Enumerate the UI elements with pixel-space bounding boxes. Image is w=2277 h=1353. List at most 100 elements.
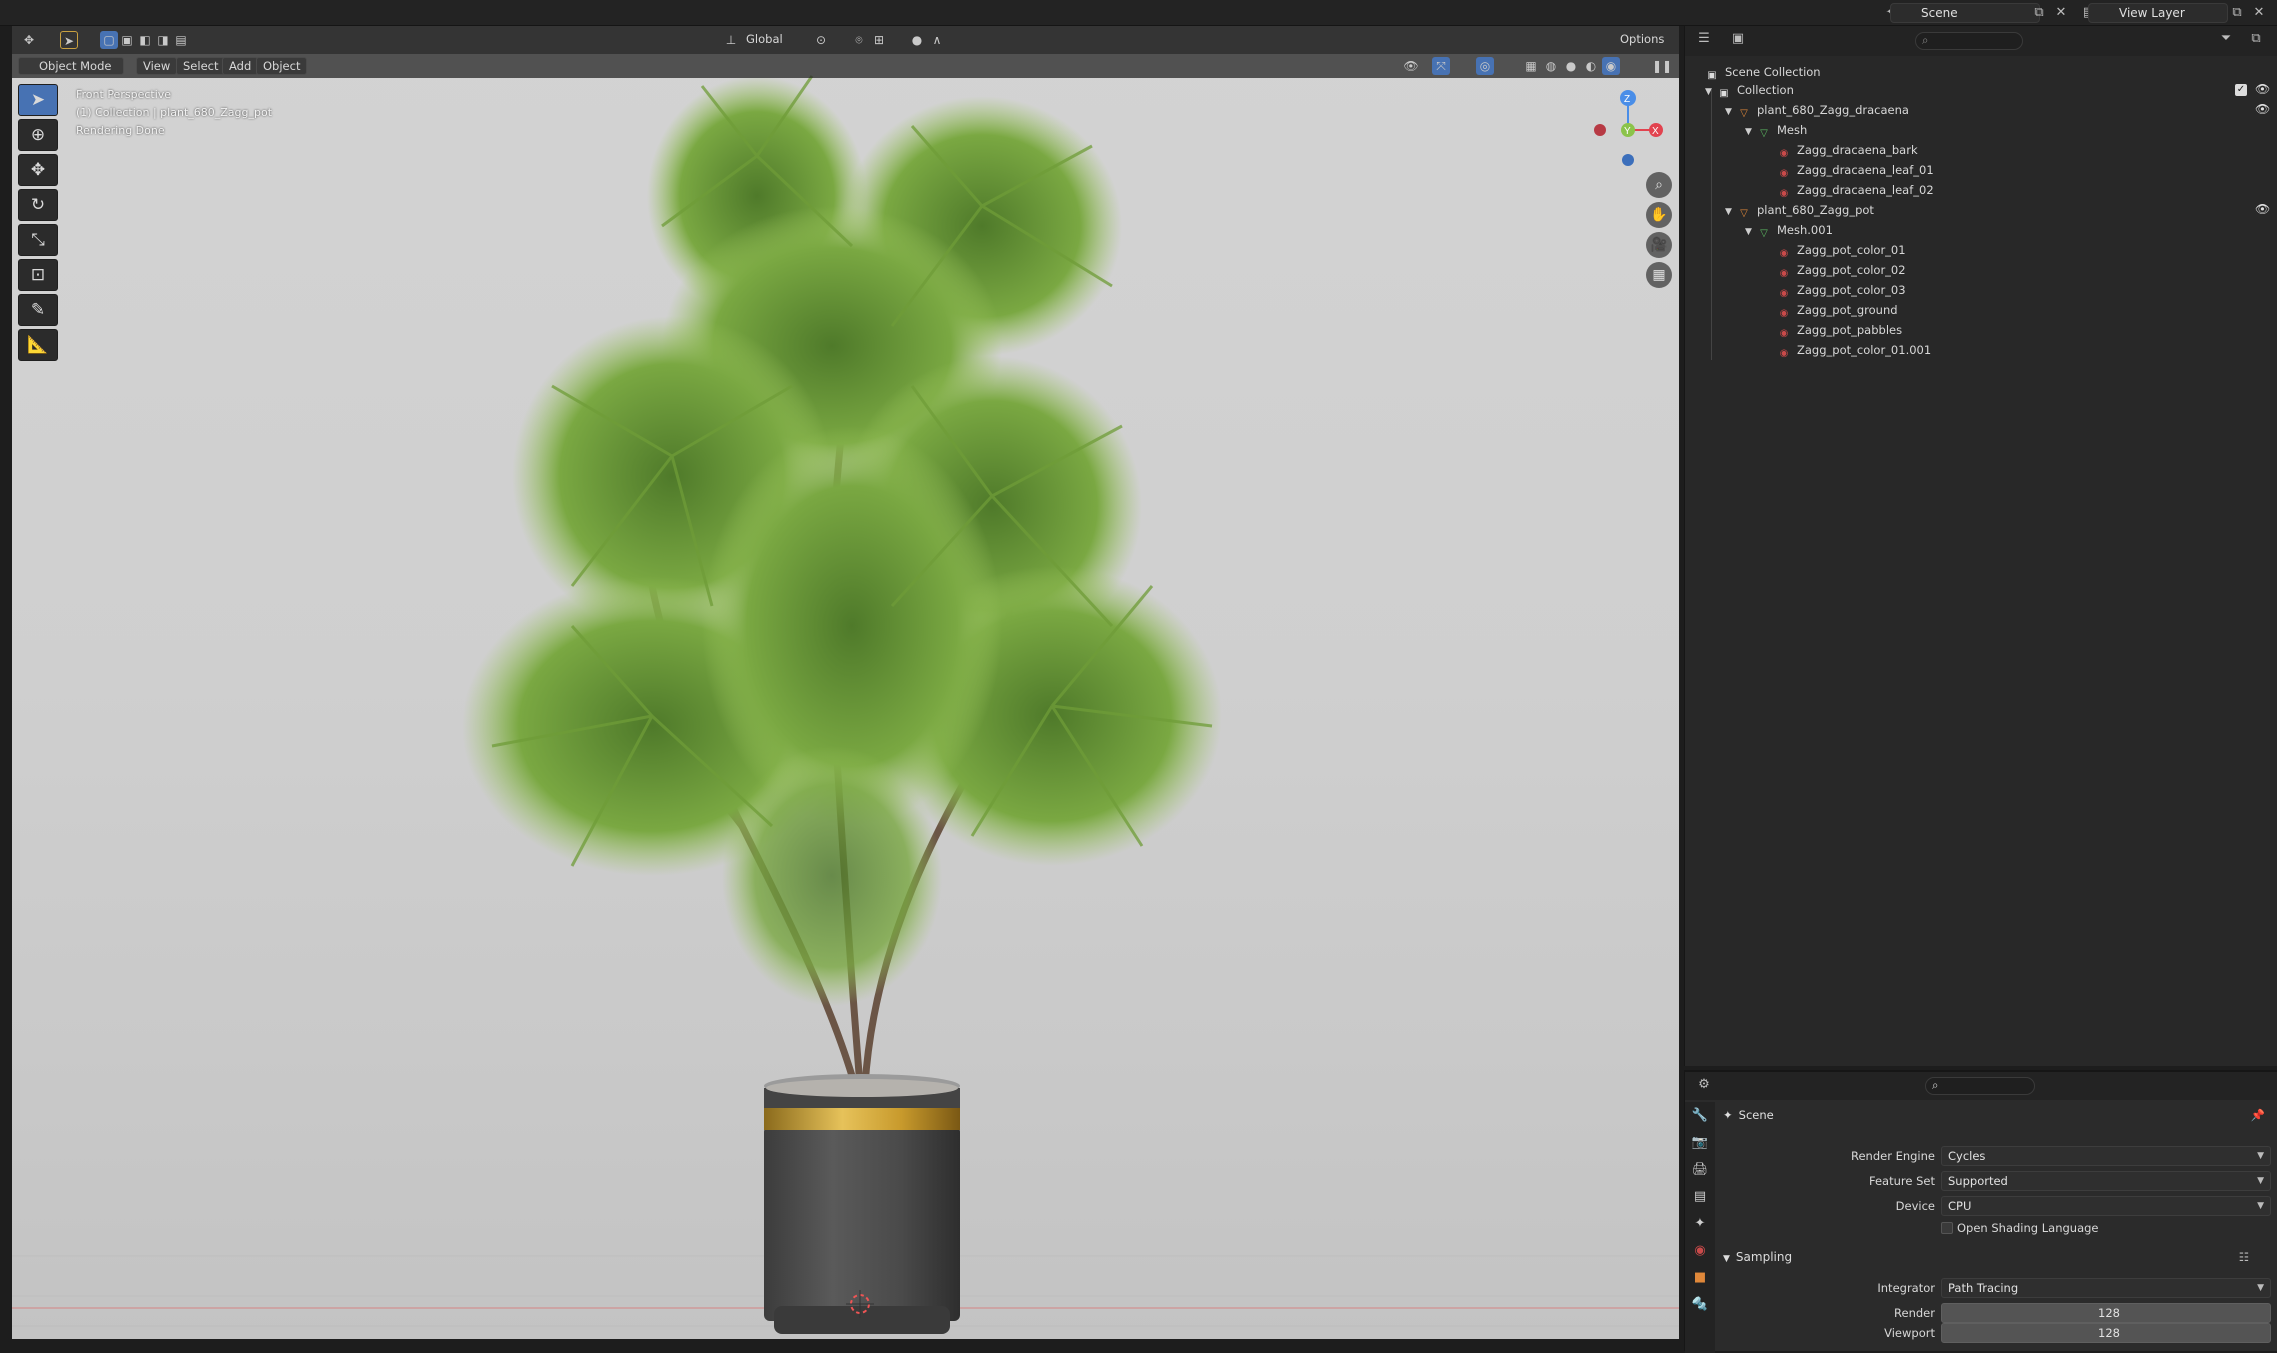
navigation-gizmo[interactable]: Z Y X <box>1594 90 1663 166</box>
pivot-point-icon[interactable]: ⊙ <box>812 31 830 49</box>
xray-toggle-icon[interactable]: ▦ <box>1522 57 1540 75</box>
pan-hand-icon[interactable]: ✋ <box>1646 202 1672 228</box>
outliner-item-object[interactable]: ▼ ▽ plant_680_Zagg_pot <box>1725 200 1874 220</box>
rendered-shading-icon[interactable]: ◉ <box>1602 57 1620 75</box>
mode-dropdown[interactable]: Object Mode <box>18 57 124 75</box>
outliner-item-material[interactable]: ◉ Zagg_pot_color_01 <box>1765 240 1906 260</box>
outliner-root-label: Scene Collection <box>1725 65 1821 79</box>
select-box-icon[interactable]: ▢ <box>100 31 118 49</box>
outliner-item-material[interactable]: ◉ Zagg_pot_color_01.001 <box>1765 340 1932 360</box>
new-scene-icon[interactable]: ⧉ <box>2030 4 2048 22</box>
select-subtract-icon[interactable]: ◧ <box>136 31 154 49</box>
scene-selector[interactable]: Scene <box>1890 3 2040 23</box>
outliner-root-row[interactable]: ▣ Scene Collection <box>1705 62 1821 82</box>
cursor-tool-icon[interactable]: ⊕ <box>18 119 58 151</box>
tool-tab-icon[interactable]: 🔧 <box>1685 1102 1715 1129</box>
osl-checkbox-row[interactable]: Open Shading Language <box>1941 1221 2099 1235</box>
menu-view[interactable]: View <box>136 57 178 75</box>
snap-target-icon[interactable]: ⊞ <box>870 31 888 49</box>
outliner-item-material[interactable]: ◉ Zagg_pot_ground <box>1765 300 1898 320</box>
render-engine-dropdown[interactable]: Cycles ▼ <box>1941 1146 2271 1166</box>
object-tab-icon[interactable]: ■ <box>1685 1264 1715 1291</box>
rotate-tool-icon[interactable]: ↻ <box>18 189 58 221</box>
editor-type-icon[interactable]: ✥ <box>20 31 38 49</box>
outliner-item-collection[interactable]: ▼ ▣ Collection <box>1705 80 1794 100</box>
falloff-icon[interactable]: ∧ <box>928 31 946 49</box>
move-tool-icon[interactable]: ✥ <box>18 154 58 186</box>
camera-view-icon[interactable]: 🎥 <box>1646 232 1672 258</box>
view-layer-tab-icon[interactable]: ▤ <box>1685 1183 1715 1210</box>
list-menu-icon[interactable]: ☷ <box>2239 1250 2249 1264</box>
menu-select[interactable]: Select <box>176 57 226 75</box>
outliner-item-object[interactable]: ▼ ▽ plant_680_Zagg_dracaena <box>1725 100 1909 120</box>
feature-set-dropdown[interactable]: Supported ▼ <box>1941 1171 2271 1191</box>
gizmo-toggle-icon[interactable]: ⤧ <box>1432 57 1450 75</box>
pause-render-icon[interactable]: ❚❚ <box>1652 57 1672 75</box>
outliner-item-material[interactable]: ◉ Zagg_pot_pabbles <box>1765 320 1902 340</box>
osl-checkbox[interactable] <box>1941 1222 1953 1234</box>
visibility-eye-icon[interactable]: 👁 <box>2255 202 2270 216</box>
outliner-item-mesh[interactable]: ▼ ▽ Mesh <box>1745 120 1807 140</box>
wireframe-shading-icon[interactable]: ◍ <box>1542 57 1560 75</box>
scene-tab-icon[interactable]: ✦ <box>1685 1210 1715 1237</box>
transform-orientation-icon[interactable]: ⊥ <box>722 31 740 49</box>
view-layer-selector[interactable]: View Layer <box>2088 3 2228 23</box>
expand-arrow-icon[interactable]: ▼ <box>1725 202 1737 222</box>
new-view-layer-icon[interactable]: ⧉ <box>2228 4 2246 22</box>
outliner-item-material[interactable]: ◉ Zagg_dracaena_bark <box>1765 140 1918 160</box>
snap-icon[interactable]: ⌾ <box>850 31 868 49</box>
zoom-icon[interactable]: ⌕ <box>1646 172 1672 198</box>
sampling-section-header[interactable]: ▼ Sampling <box>1723 1250 1792 1264</box>
properties-editor-icon[interactable]: ⚙ <box>1695 1076 1713 1094</box>
visibility-eye-icon[interactable]: 👁 <box>2255 82 2270 96</box>
delete-scene-icon[interactable]: ✕ <box>2052 4 2070 22</box>
integrator-dropdown[interactable]: Path Tracing ▼ <box>1941 1278 2271 1298</box>
select-extend-icon[interactable]: ▣ <box>118 31 136 49</box>
outliner-editor-icon[interactable]: ☰ <box>1695 30 1713 48</box>
expand-arrow-icon[interactable]: ▼ <box>1725 102 1737 122</box>
expand-arrow-icon[interactable]: ▼ <box>1745 122 1757 142</box>
outliner-search-input[interactable]: ⌕ <box>1915 32 2023 50</box>
outliner-item-material[interactable]: ◉ Zagg_pot_color_02 <box>1765 260 1906 280</box>
visibility-eye-icon[interactable]: 👁 <box>2255 102 2270 116</box>
ortho-toggle-icon[interactable]: ▦ <box>1646 262 1672 288</box>
render-samples-field[interactable]: 128 <box>1941 1303 2271 1323</box>
world-tab-icon[interactable]: ◉ <box>1685 1237 1715 1264</box>
outliner-item-material[interactable]: ◉ Zagg_dracaena_leaf_01 <box>1765 160 1934 180</box>
filter-icon[interactable]: ⏷ <box>2217 30 2235 48</box>
measure-tool-icon[interactable]: 📐 <box>18 329 58 361</box>
viewport-samples-field[interactable]: 128 <box>1941 1323 2271 1343</box>
outliner-item-material[interactable]: ◉ Zagg_pot_color_03 <box>1765 280 1906 300</box>
annotate-tool-icon[interactable]: ✎ <box>18 294 58 326</box>
menu-object[interactable]: Object <box>256 57 308 75</box>
new-collection-icon[interactable]: ⧉ <box>2247 30 2265 48</box>
render-tab-icon[interactable]: 📷 <box>1685 1129 1715 1156</box>
delete-view-layer-icon[interactable]: ✕ <box>2250 4 2268 22</box>
properties-search-input[interactable]: ⌕ <box>1925 1077 2035 1095</box>
outliner-item-material[interactable]: ◉ Zagg_dracaena_leaf_02 <box>1765 180 1934 200</box>
select-intersect-icon[interactable]: ▤ <box>172 31 190 49</box>
pin-icon[interactable]: 📌 <box>2251 1108 2265 1122</box>
transform-orientation-dropdown[interactable]: Global <box>740 31 789 49</box>
scene-context-icon: ✦ <box>1723 1108 1733 1122</box>
3d-viewport[interactable]: Z Y X ✥ ➤ ▢ ▣ ◧ ◨ ▤ ⊥ Global ⊙ ⌾ ⊞ ● ∧ O… <box>12 26 1679 1339</box>
expand-arrow-icon[interactable]: ▼ <box>1745 222 1757 242</box>
visibility-icon[interactable]: 👁 <box>1402 57 1420 75</box>
select-mode-icon[interactable]: ➤ <box>60 31 78 49</box>
proportional-edit-icon[interactable]: ● <box>908 31 926 49</box>
display-mode-icon[interactable]: ▣ <box>1729 30 1747 48</box>
exclude-checkbox[interactable]: ✓ <box>2235 84 2247 96</box>
select-invert-icon[interactable]: ◨ <box>154 31 172 49</box>
solid-shading-icon[interactable]: ● <box>1562 57 1580 75</box>
select-tool-icon[interactable]: ➤ <box>18 84 58 116</box>
output-tab-icon[interactable]: 🖨 <box>1685 1156 1715 1183</box>
transform-tool-icon[interactable]: ⊡ <box>18 259 58 291</box>
overlay-toggle-icon[interactable]: ◎ <box>1476 57 1494 75</box>
modifier-tab-icon[interactable]: 🔩 <box>1685 1291 1715 1318</box>
outliner-item-mesh[interactable]: ▼ ▽ Mesh.001 <box>1745 220 1833 240</box>
options-dropdown[interactable]: Options <box>1614 31 1670 49</box>
material-shading-icon[interactable]: ◐ <box>1582 57 1600 75</box>
device-dropdown[interactable]: CPU ▼ <box>1941 1196 2271 1216</box>
scale-tool-icon[interactable]: ⤡ <box>18 224 58 256</box>
menu-add[interactable]: Add <box>222 57 259 75</box>
